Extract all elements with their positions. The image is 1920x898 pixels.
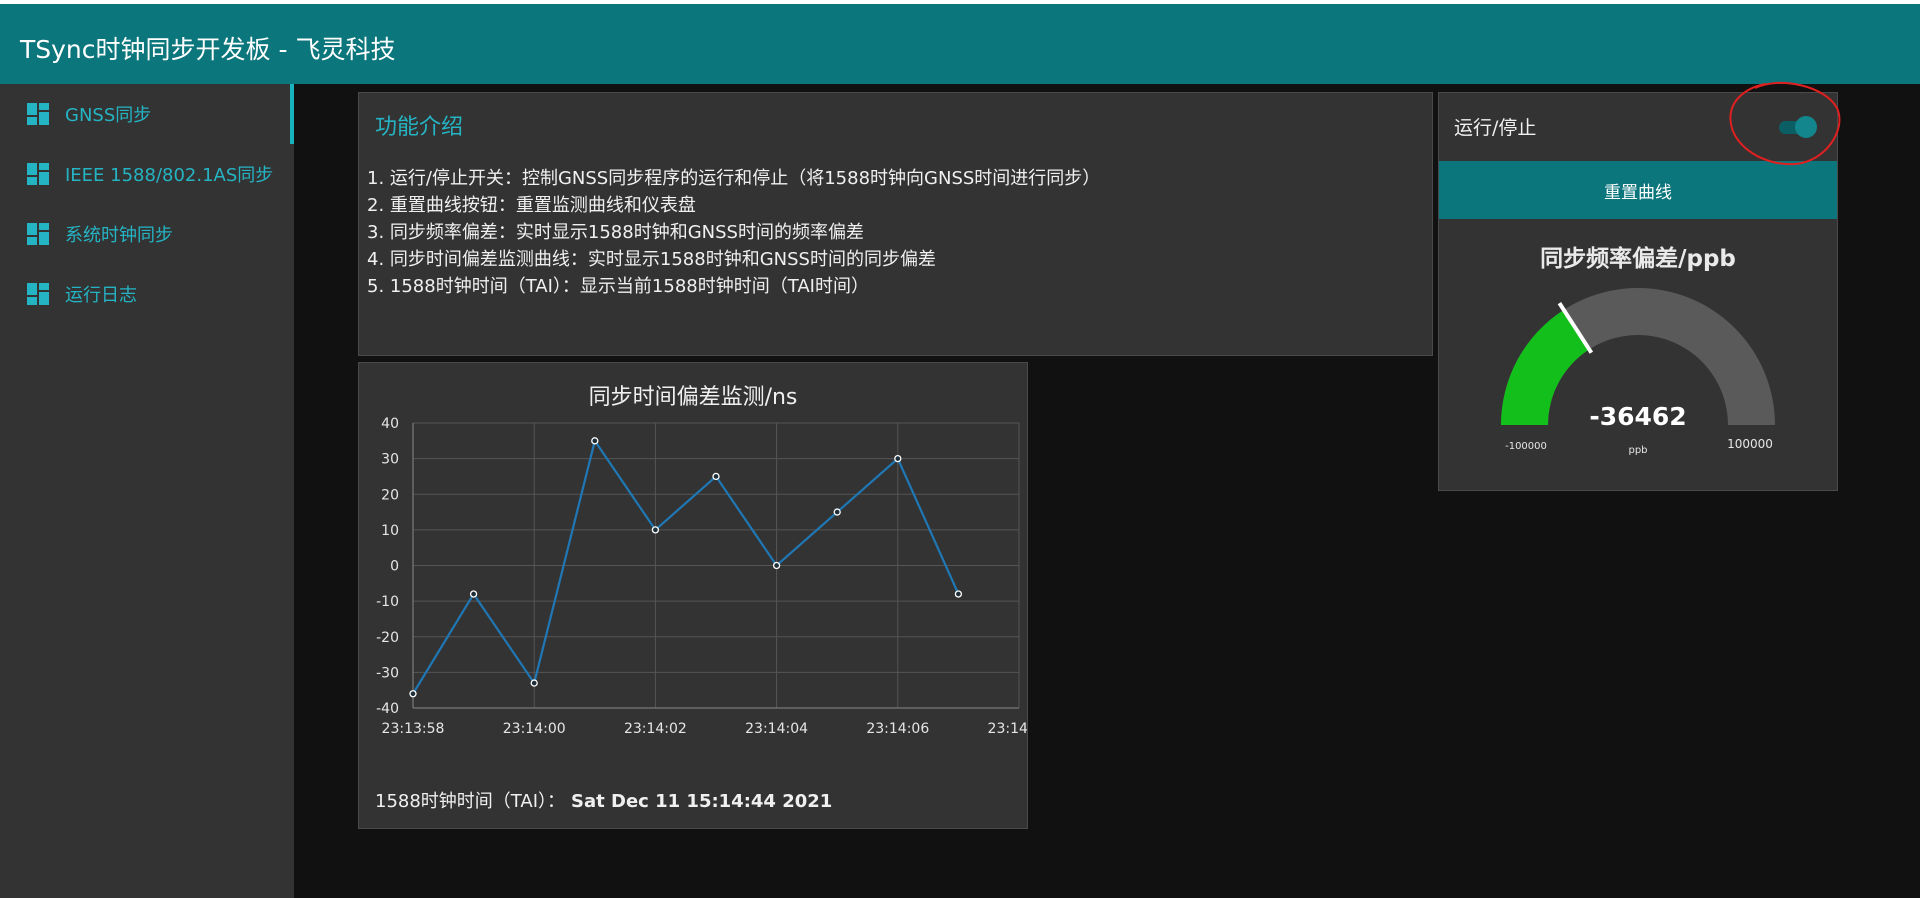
y-tick-label: -30 xyxy=(376,665,399,681)
gauge-value: -36462 xyxy=(1589,402,1686,431)
data-point xyxy=(469,590,478,598)
sidebar-item-label: 运行日志 xyxy=(65,285,137,306)
red-annotation-circle xyxy=(1729,81,1841,166)
intro-title: 功能介绍 xyxy=(375,115,464,140)
x-tick-label: 23:14:04 xyxy=(745,721,808,737)
reset-curve-button[interactable]: 重置曲线 xyxy=(1439,161,1837,219)
tai-label: 1588时钟时间（TAI）： xyxy=(375,791,566,812)
dashboard-icon xyxy=(27,103,49,125)
y-tick-label: -20 xyxy=(376,630,399,646)
x-tick-label: 23:14:02 xyxy=(624,721,687,737)
tai-value: Sat Dec 11 15:14:44 2021 xyxy=(571,791,833,812)
intro-item: 2. 重置曲线按钮：重置监测曲线和仪表盘 xyxy=(367,195,696,216)
data-point xyxy=(833,508,841,516)
data-point xyxy=(894,454,902,463)
x-tick-label: 23:14:06 xyxy=(866,721,929,737)
gauge-min-label: -100000 xyxy=(1505,441,1547,452)
sidebar-item-label: IEEE 1588/802.1AS同步 xyxy=(65,165,274,186)
intro-item: 5. 1588时钟时间（TAI）：显示当前1588时钟时间（TAI时间） xyxy=(367,276,869,297)
chart-panel: 同步时间偏差监测/ns 40 30 20 10 0 -10 -20 -30 -40 23:13:5… xyxy=(358,362,1028,829)
sidebar-item-ieee1588[interactable]: IEEE 1588/802.1AS同步 xyxy=(0,144,294,204)
y-tick-label: 30 xyxy=(381,452,399,468)
y-tick-label: 0 xyxy=(390,559,399,575)
y-tick-label: -10 xyxy=(376,594,399,610)
intro-list: 1. 运行/停止开关：控制GNSS同步程序的运行和停止（将1588时钟向GNSS… xyxy=(367,165,1100,300)
data-point xyxy=(712,472,720,481)
y-tick-label: -40 xyxy=(376,701,399,717)
x-tick-label: 23:14:00 xyxy=(503,721,566,737)
data-point xyxy=(591,437,599,445)
dashboard-icon xyxy=(27,223,49,245)
time-offset-chart: 40 30 20 10 0 -10 -20 -30 -40 23:13:58 23:14:00 23:… xyxy=(376,416,1027,737)
data-point xyxy=(772,561,781,570)
data-point xyxy=(954,590,963,598)
series-line xyxy=(412,438,960,695)
data-point xyxy=(530,679,538,687)
y-tick-label: 20 xyxy=(381,487,399,503)
run-stop-label: 运行/停止 xyxy=(1454,117,1537,139)
sidebar-item-label: GNSS同步 xyxy=(65,105,152,126)
data-point xyxy=(651,526,660,534)
sidebar-item-gnss[interactable]: GNSS同步 xyxy=(0,84,294,144)
intro-item: 3. 同步频率偏差：实时显示1588时钟和GNSS时间的频率偏差 xyxy=(367,222,864,243)
sidebar-item-label: 系统时钟同步 xyxy=(65,225,173,246)
dashboard-icon xyxy=(27,283,49,305)
app-title: TSync时钟同步开发板 - 飞灵科技 xyxy=(20,35,396,64)
x-tick-label: 23:13:58 xyxy=(382,721,445,737)
data-point xyxy=(409,690,417,698)
frequency-gauge: -36462 ppb -100000 100000 xyxy=(1501,288,1775,456)
intro-item: 1. 运行/停止开关：控制GNSS同步程序的运行和停止（将1588时钟向GNSS… xyxy=(367,168,1101,189)
sidebar-item-log[interactable]: 运行日志 xyxy=(0,264,294,324)
sidebar: GNSS同步 IEEE 1588/802.1AS同步 系统时钟同步 运行日志 xyxy=(0,84,294,898)
dashboard-icon xyxy=(27,163,49,185)
gauge-title: 同步频率偏差/ppb xyxy=(1540,246,1736,272)
gauge-max-label: 100000 xyxy=(1727,437,1773,451)
intro-item: 4. 同步时间偏差监测曲线：实时显示1588时钟和GNSS时间的同步偏差 xyxy=(367,249,936,270)
chart-title: 同步时间偏差监测/ns xyxy=(588,385,798,410)
y-tick-label: 10 xyxy=(381,523,399,539)
y-tick-label: 40 xyxy=(381,416,399,432)
x-tick-label: 23:14:08 xyxy=(988,721,1027,737)
sidebar-item-system-clock[interactable]: 系统时钟同步 xyxy=(0,204,294,264)
app-header: TSync时钟同步开发板 - 飞灵科技 xyxy=(0,0,1920,84)
tai-time: 1588时钟时间（TAI）： Sat Dec 11 15:14:44 2021 xyxy=(375,787,832,813)
gauge-unit: ppb xyxy=(1628,445,1647,456)
intro-panel: 功能介绍 1. 运行/停止开关：控制GNSS同步程序的运行和停止（将1588时钟… xyxy=(358,92,1433,356)
